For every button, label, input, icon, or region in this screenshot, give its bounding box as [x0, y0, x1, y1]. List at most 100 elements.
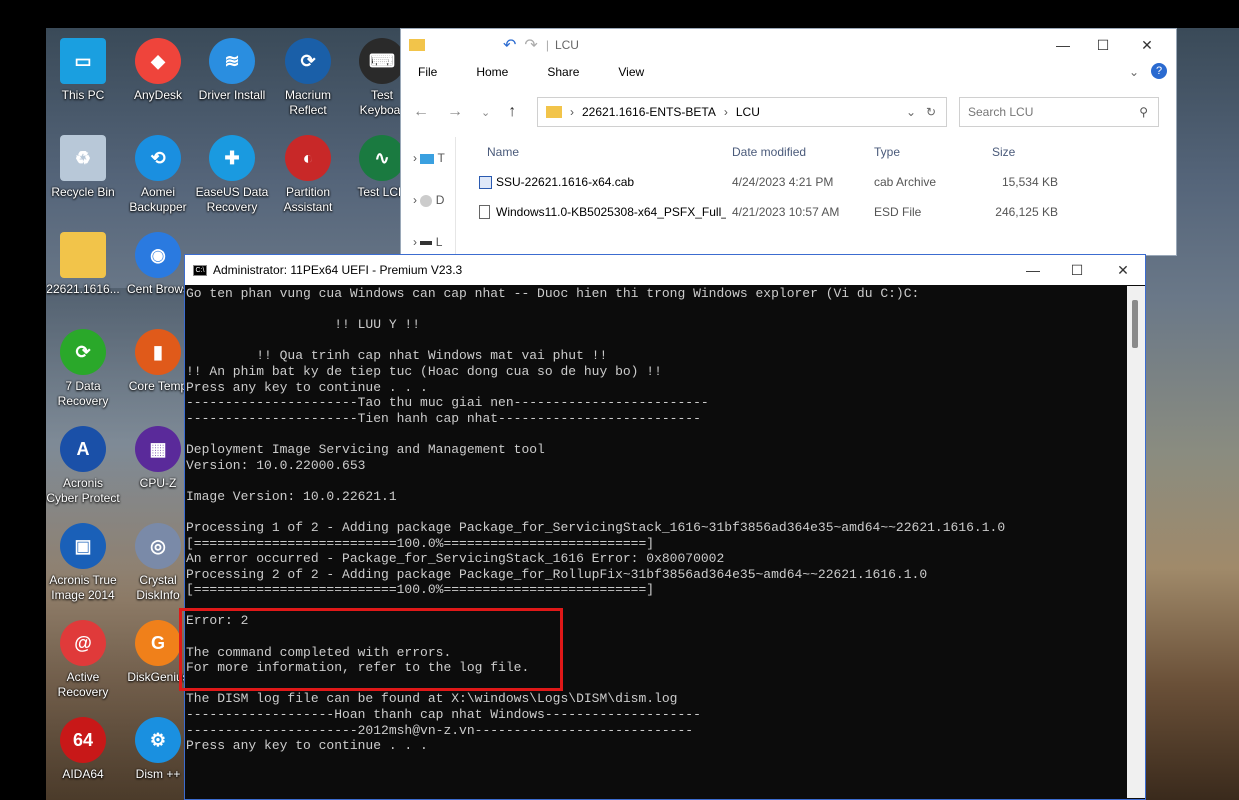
- desktop-icon-label: Active Recovery: [57, 670, 109, 699]
- coretemp-icon: ▮: [135, 329, 181, 375]
- desktop-icon-label: This PC: [61, 88, 105, 102]
- desktop-icon-label: AnyDesk: [133, 88, 183, 102]
- navigation-buttons: ←→⌄↑: [413, 103, 534, 121]
- file-explorer-window: ↶ ↷ | LCU — ☐ ✕ File Home Share View ⌄ ?…: [400, 28, 1177, 256]
- breadcrumb-item[interactable]: LCU: [736, 105, 760, 119]
- breadcrumb-item[interactable]: 22621.1616-ENTS-BETA: [582, 105, 716, 119]
- console-line: Processing 2 of 2 - Adding package Packa…: [186, 566, 928, 582]
- desktop-icon-label: Acronis True Image 2014: [49, 573, 117, 602]
- desktop-icon[interactable]: A Acronis Cyber Protect: [46, 426, 121, 506]
- desktop-icon-label: AIDA64: [62, 767, 104, 781]
- folder-icon: [546, 106, 562, 118]
- column-size[interactable]: Size: [986, 145, 1066, 159]
- close-button[interactable]: ✕: [1125, 29, 1169, 61]
- crystal-icon: ◎: [135, 523, 181, 569]
- help-icon[interactable]: ?: [1151, 63, 1167, 79]
- back-icon[interactable]: ←: [413, 103, 447, 120]
- desktop-icon[interactable]: ▣ Acronis True Image 2014: [46, 523, 121, 603]
- undo-icon[interactable]: ↶: [503, 35, 516, 55]
- anydesk-icon: ◆: [135, 38, 181, 84]
- desktop-icon-label: Macrium Reflect: [284, 88, 331, 117]
- console-line: Processing 1 of 2 - Adding package Packa…: [186, 519, 1006, 535]
- desktop-icon[interactable]: 64 AIDA64: [46, 717, 121, 782]
- desktop-icon-label: Partition Assistant: [283, 185, 333, 214]
- recent-icon[interactable]: ⌄: [481, 107, 508, 119]
- desktop-icon[interactable]: ▭ This PC: [46, 38, 121, 103]
- error-highlight-box: [179, 608, 563, 691]
- tab-view[interactable]: View: [601, 65, 666, 79]
- desktop-icon[interactable]: 22621.1616...: [46, 232, 121, 297]
- desktop-icon[interactable]: ⟳ 7 Data Recovery: [46, 329, 121, 409]
- tab-file[interactable]: File: [401, 65, 459, 79]
- search-input[interactable]: Search LCU ⚲: [959, 97, 1159, 127]
- scrollbar-thumb[interactable]: [1132, 300, 1138, 348]
- desktop-icon[interactable]: ≋ Driver Install: [194, 38, 270, 103]
- lcd-icon: ∿: [359, 135, 405, 181]
- monitor-icon: ▭: [60, 38, 106, 84]
- forward-icon[interactable]: →: [447, 103, 481, 120]
- console-line: Image Version: 10.0.22621.1: [186, 488, 397, 504]
- file-row[interactable]: Windows11.0-KB5025308-x64_PSFX_Full_... …: [473, 197, 1176, 227]
- desktop-icon[interactable]: ♻ Recycle Bin: [46, 135, 121, 200]
- maximize-button[interactable]: ☐: [1081, 29, 1125, 61]
- console-line: An error occurred - Package_for_Servicin…: [186, 551, 725, 567]
- scrollbar[interactable]: [1127, 286, 1145, 798]
- tab-share[interactable]: Share: [530, 65, 601, 79]
- cpuz-icon: ▦: [135, 426, 181, 472]
- maximize-button[interactable]: ☐: [1055, 254, 1099, 286]
- cmd-icon: C:\: [193, 264, 207, 276]
- file-icon: [479, 205, 490, 220]
- desktop-icon-label: Aomei Backupper: [129, 185, 187, 214]
- tree-item[interactable]: › T: [401, 137, 455, 179]
- console-line: Press any key to continue . . .: [186, 379, 428, 395]
- macrium-icon: ⟳: [285, 38, 331, 84]
- navigation-pane: › T › D › L: [401, 137, 456, 255]
- console-line: ----------------------Tao thu muc giai n…: [186, 395, 709, 411]
- desktop-icon[interactable]: ✚ EaseUS Data Recovery: [194, 135, 270, 215]
- close-button[interactable]: ✕: [1101, 254, 1145, 286]
- up-icon[interactable]: ↑: [508, 103, 534, 120]
- acronis-true-image-icon: ▣: [60, 523, 106, 569]
- redo-icon[interactable]: ↷: [524, 35, 537, 55]
- tab-home[interactable]: Home: [459, 65, 530, 79]
- desktop-icon[interactable]: ⟳ Macrium Reflect: [270, 38, 346, 118]
- console-output[interactable]: Go ten phan vung cua Windows can cap nha…: [186, 286, 1126, 798]
- file-row[interactable]: SSU-22621.1616-x64.cab 4/24/2023 4:21 PM…: [473, 167, 1176, 197]
- desktop-icon[interactable]: ◐ Partition Assistant: [270, 135, 346, 215]
- dism-icon: ⚙: [135, 717, 181, 763]
- refresh-icon[interactable]: ↻: [926, 105, 936, 119]
- column-date-modified[interactable]: Date modified: [726, 145, 868, 159]
- desktop-icon-label: Driver Install: [198, 88, 266, 102]
- desktop-icon[interactable]: ◆ AnyDesk: [120, 38, 196, 103]
- desktop-icon[interactable]: @ Active Recovery: [46, 620, 121, 700]
- column-name[interactable]: Name: [473, 145, 726, 159]
- expand-ribbon-icon[interactable]: ⌄: [1129, 65, 1139, 79]
- tree-item[interactable]: › D: [401, 179, 455, 221]
- file-list: Name Date modified Type Size SSU-22621.1…: [473, 137, 1176, 227]
- address-bar[interactable]: › 22621.1616-ENTS-BETA › LCU ⌄ ↻: [537, 97, 947, 127]
- console-line: !! LUU Y !!: [186, 317, 421, 333]
- desktop-icon-label: 7 Data Recovery: [57, 379, 109, 408]
- column-type[interactable]: Type: [868, 145, 986, 159]
- acronis-icon: A: [60, 426, 106, 472]
- minimize-button[interactable]: —: [1041, 29, 1085, 61]
- list-header: Name Date modified Type Size: [473, 137, 1176, 167]
- explorer-titlebar: ↶ ↷ | LCU — ☐ ✕: [401, 29, 1176, 61]
- desktop-icon[interactable]: ⟲ Aomei Backupper: [120, 135, 196, 215]
- console-line: Press any key to continue . . .: [186, 738, 428, 754]
- console-line: [==========================100.0%=======…: [186, 535, 655, 551]
- diskgenius-icon: G: [135, 620, 181, 666]
- refresh-icon[interactable]: ⌄: [906, 105, 916, 119]
- desktop-icon-label: Acronis Cyber Protect: [46, 476, 120, 505]
- browser-icon: ◉: [135, 232, 181, 278]
- keyboard-icon: ⌨: [359, 38, 405, 84]
- desktop-icon-label: 22621.1616...: [46, 282, 120, 296]
- minimize-button[interactable]: —: [1011, 254, 1055, 286]
- 7data-icon: ⟳: [60, 329, 106, 375]
- cmd-title: Administrator: 11PEx64 UEFI - Premium V2…: [213, 263, 463, 277]
- console-line: The DISM log file can be found at X:\win…: [186, 691, 678, 707]
